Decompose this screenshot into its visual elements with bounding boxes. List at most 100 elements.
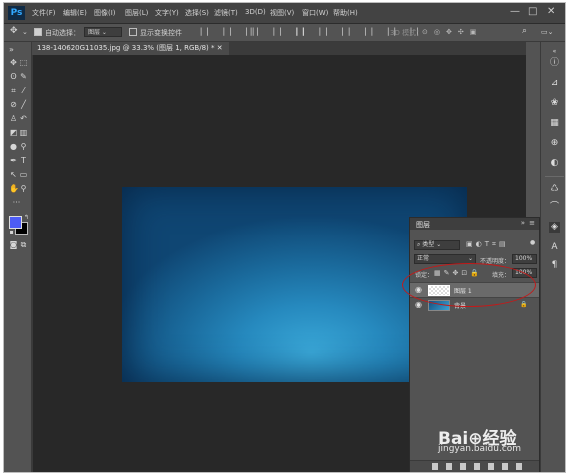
show-transform-checkbox[interactable]: [129, 28, 137, 36]
hand-tool-icon[interactable]: ✋: [9, 184, 19, 193]
quick-mask-icon[interactable]: ◙: [9, 240, 18, 249]
blend-mode-value: 正常: [417, 255, 430, 262]
layers-panel-header: 图层 » ≡: [410, 218, 539, 230]
move-tool-icon[interactable]: ✥: [10, 26, 18, 36]
auto-select-dropdown[interactable]: 图层 ⌄: [84, 27, 122, 37]
panel-collapse-icon[interactable]: »: [521, 219, 525, 227]
navigator-panel-icon[interactable]: ⊿: [549, 78, 560, 89]
paragraph-panel-icon[interactable]: ¶: [549, 260, 560, 271]
zoom-tool-icon[interactable]: ⚲: [19, 184, 28, 193]
auto-select-checkbox[interactable]: [34, 28, 42, 36]
maximize-button[interactable]: □: [528, 6, 537, 18]
add-mask-icon[interactable]: [460, 463, 466, 470]
document-tab[interactable]: 138-140620G11035.jpg @ 33.3% (图层 1, RGB/…: [31, 42, 229, 55]
swap-colors-icon[interactable]: ↰: [22, 213, 31, 222]
shape-tool-icon[interactable]: ▭: [19, 170, 28, 179]
link-layers-icon[interactable]: [432, 463, 438, 470]
close-button[interactable]: ✕: [547, 6, 555, 18]
panel-menu-icon[interactable]: ≡: [529, 219, 535, 227]
menu-help[interactable]: 帮助(H): [333, 8, 358, 18]
properties-panel-icon[interactable]: ⊕: [549, 138, 560, 149]
channels-panel-icon[interactable]: ♺: [549, 184, 560, 195]
fill-value: 100%: [515, 269, 533, 276]
dodge-tool-icon[interactable]: ⚲: [19, 142, 28, 151]
layer-name[interactable]: 图层 1: [454, 286, 472, 295]
menu-image[interactable]: 图像(I): [94, 8, 116, 18]
menu-filter[interactable]: 滤镜(T): [214, 8, 238, 18]
pen-tool-icon[interactable]: ✒: [9, 156, 18, 165]
opacity-label: 不透明度：: [480, 258, 511, 265]
layers-panel-icon[interactable]: ◈: [549, 222, 560, 233]
healing-brush-tool-icon[interactable]: ⊘: [9, 100, 18, 109]
minimize-button[interactable]: —: [510, 6, 520, 18]
more-tools-icon[interactable]: ···: [12, 198, 21, 207]
quick-select-tool-icon[interactable]: ✎: [19, 72, 28, 81]
screen-mode-icon[interactable]: ⧉: [19, 240, 28, 249]
layers-panel-title[interactable]: 图层: [416, 220, 430, 230]
gradient-tool-icon[interactable]: ▥: [19, 128, 28, 137]
3d-mode-icons[interactable]: ⊙◎✥✣▣: [422, 28, 482, 36]
styles-panel-icon[interactable]: ◐: [549, 158, 560, 169]
photoshop-logo: Ps: [8, 6, 25, 20]
new-layer-icon[interactable]: [502, 463, 508, 470]
menu-edit[interactable]: 编辑(E): [63, 8, 87, 18]
info-panel-icon[interactable]: ⓘ: [549, 58, 560, 69]
brush-tool-icon[interactable]: ╱: [19, 100, 28, 109]
visibility-eye-icon[interactable]: ◉: [415, 301, 422, 309]
menu-select[interactable]: 选择(S): [185, 8, 209, 18]
eyedropper-tool-icon[interactable]: ⁄: [19, 86, 28, 95]
default-colors-icon[interactable]: ▪: [7, 228, 16, 237]
paths-panel-icon[interactable]: ⌒: [549, 202, 560, 213]
crop-tool-icon[interactable]: ⌗: [9, 86, 18, 95]
path-select-tool-icon[interactable]: ↖: [9, 170, 18, 179]
lock-icons[interactable]: ▦✎✥⊡🔒: [434, 269, 482, 277]
auto-select-label: 自动选择：: [45, 29, 80, 37]
swatches-panel-icon[interactable]: ▦: [549, 118, 560, 129]
panel-collapse-icon[interactable]: »: [7, 45, 16, 54]
layer-thumbnail: [428, 285, 450, 296]
tools-panel: » ✥ ⬚ ʘ ✎ ⌗ ⁄ ⊘ ╱ ♙ ↶ ◩ ▥ ● ⚲ ✒ T ↖ ▭ ✋ …: [4, 42, 32, 472]
layer-row[interactable]: ◉ 背景 🔒: [410, 297, 539, 312]
visibility-eye-icon[interactable]: ◉: [415, 286, 422, 294]
menu-3d[interactable]: 3D(D): [245, 8, 266, 16]
adjustment-layer-icon[interactable]: [474, 463, 480, 470]
move-tool-icon[interactable]: ✥: [9, 58, 18, 67]
layer-kind-filter[interactable]: ⌕ 类型 ⌄: [414, 240, 460, 250]
tool-preset-chevron-icon[interactable]: ⌄: [22, 28, 28, 36]
clone-stamp-tool-icon[interactable]: ♙: [9, 114, 18, 123]
layer-name[interactable]: 背景: [454, 301, 466, 310]
menu-view[interactable]: 视图(V): [270, 8, 294, 18]
lock-label: 锁定：: [415, 272, 434, 279]
menu-type[interactable]: 文字(Y): [155, 8, 179, 18]
auto-select-value: 图层: [88, 29, 101, 36]
layer-filter-icons[interactable]: ▣◐T⌗▤: [466, 240, 509, 249]
workspace-switcher-icon[interactable]: ▭⌄: [541, 28, 553, 36]
close-tab-icon[interactable]: ✕: [217, 44, 223, 52]
dock-collapse-icon[interactable]: «: [549, 46, 560, 57]
layer-style-icon[interactable]: [446, 463, 452, 470]
menu-file[interactable]: 文件(F): [32, 8, 56, 18]
workspace-edge: [31, 55, 33, 472]
menu-window[interactable]: 窗口(W): [302, 8, 328, 18]
blend-mode-dropdown[interactable]: 正常 ⌄: [414, 254, 476, 264]
character-panel-icon[interactable]: A: [549, 242, 560, 253]
marquee-tool-icon[interactable]: ⬚: [19, 58, 28, 67]
menu-layer[interactable]: 图层(L): [125, 8, 148, 18]
search-icon[interactable]: ⌕: [522, 26, 527, 36]
dock-separator: [545, 176, 564, 177]
history-brush-tool-icon[interactable]: ↶: [19, 114, 28, 123]
blur-tool-icon[interactable]: ●: [9, 142, 18, 151]
filter-toggle-icon[interactable]: ●: [530, 239, 535, 246]
layer-kind-filter-value: 类型: [422, 241, 435, 248]
new-group-icon[interactable]: [488, 463, 494, 470]
adjustments-panel-icon[interactable]: ❀: [549, 98, 560, 109]
fill-field[interactable]: 100%: [512, 268, 537, 278]
layer-row[interactable]: ◉ 图层 1: [410, 282, 539, 297]
opacity-field[interactable]: 100%: [512, 254, 537, 264]
lasso-tool-icon[interactable]: ʘ: [9, 72, 18, 81]
menu-bar: Ps 文件(F) 编辑(E) 图像(I) 图层(L) 文字(Y) 选择(S) 滤…: [4, 3, 565, 24]
type-tool-icon[interactable]: T: [19, 156, 28, 165]
delete-layer-icon[interactable]: [516, 463, 522, 470]
fill-label: 填充：: [492, 272, 511, 279]
eraser-tool-icon[interactable]: ◩: [9, 128, 18, 137]
